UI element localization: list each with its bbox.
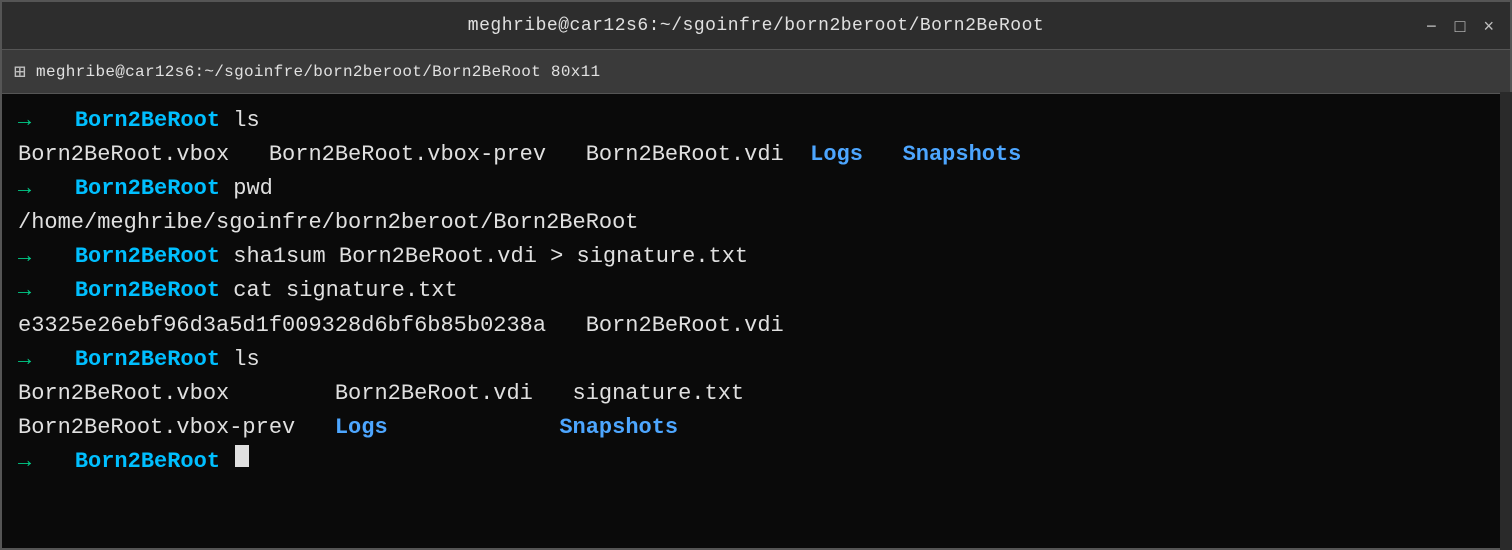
window-frame: meghribe@car12s6:~/sgoinfre/born2beroot/… — [0, 0, 1512, 550]
window-controls: − □ × — [1426, 17, 1494, 35]
prompt-arrow: → — [18, 445, 31, 479]
terminal-line: Born2BeRoot.vbox Born2BeRoot.vbox-prev B… — [18, 138, 1494, 172]
prompt-dir: Born2BeRoot — [75, 104, 220, 138]
logs-link: Logs — [335, 411, 388, 445]
logs-link: Logs — [810, 138, 863, 172]
prompt-dir: Born2BeRoot — [75, 445, 220, 479]
prompt-dir: Born2BeRoot — [75, 274, 220, 308]
minimize-button[interactable]: − — [1426, 17, 1437, 35]
prompt-spacer — [35, 240, 75, 274]
prompt-arrow: → — [18, 343, 31, 377]
output-text — [863, 138, 903, 172]
terminal-line: → Born2BeRoot ls — [18, 343, 1494, 377]
maximize-button[interactable]: □ — [1455, 17, 1466, 35]
command-text — [220, 445, 233, 479]
output-text: e3325e26ebf96d3a5d1f009328d6bf6b85b0238a… — [18, 309, 784, 343]
terminal-window: meghribe@car12s6:~/sgoinfre/born2beroot/… — [0, 0, 1512, 550]
snapshots-link: Snapshots — [559, 411, 678, 445]
prompt-arrow: → — [18, 274, 31, 308]
terminal-cursor — [235, 445, 249, 467]
snapshots-link: Snapshots — [903, 138, 1022, 172]
prompt-arrow: → — [18, 104, 31, 138]
terminal-line: Born2BeRoot.vbox-prev Logs Snapshots — [18, 411, 1494, 445]
command-text: cat signature.txt — [220, 274, 458, 308]
terminal-line: → Born2BeRoot — [18, 445, 1494, 479]
scrollbar[interactable] — [1500, 92, 1512, 550]
prompt-dir: Born2BeRoot — [75, 343, 220, 377]
prompt-spacer — [35, 172, 75, 206]
terminal-line: Born2BeRoot.vbox Born2BeRoot.vdi signatu… — [18, 377, 1494, 411]
tab-bar: ⊞ meghribe@car12s6:~/sgoinfre/born2beroo… — [2, 50, 1510, 94]
prompt-spacer — [35, 274, 75, 308]
terminal-body[interactable]: → Born2BeRoot ls Born2BeRoot.vbox Born2B… — [2, 94, 1510, 548]
prompt-arrow: → — [18, 172, 31, 206]
prompt-spacer — [35, 104, 75, 138]
window-title: meghribe@car12s6:~/sgoinfre/born2beroot/… — [468, 16, 1044, 36]
command-text: ls — [220, 343, 260, 377]
title-bar: meghribe@car12s6:~/sgoinfre/born2beroot/… — [2, 2, 1510, 50]
output-text: Born2BeRoot.vbox Born2BeRoot.vdi signatu… — [18, 377, 744, 411]
terminal-line: e3325e26ebf96d3a5d1f009328d6bf6b85b0238a… — [18, 309, 1494, 343]
output-text: /home/meghribe/sgoinfre/born2beroot/Born… — [18, 206, 639, 240]
tab-title: meghribe@car12s6:~/sgoinfre/born2beroot/… — [36, 63, 600, 81]
prompt-spacer — [35, 445, 75, 479]
prompt-dir: Born2BeRoot — [75, 172, 220, 206]
command-text: pwd — [220, 172, 273, 206]
prompt-dir: Born2BeRoot — [75, 240, 220, 274]
output-text: Born2BeRoot.vbox Born2BeRoot.vbox-prev B… — [18, 138, 810, 172]
output-text — [388, 411, 560, 445]
command-text: sha1sum Born2BeRoot.vdi > signature.txt — [220, 240, 748, 274]
terminal-line: → Born2BeRoot ls — [18, 104, 1494, 138]
command-text: ls — [220, 104, 260, 138]
output-text: Born2BeRoot.vbox-prev — [18, 411, 335, 445]
prompt-spacer — [35, 343, 75, 377]
terminal-line: → Born2BeRoot cat signature.txt — [18, 274, 1494, 308]
terminal-line: /home/meghribe/sgoinfre/born2beroot/Born… — [18, 206, 1494, 240]
prompt-arrow: → — [18, 240, 31, 274]
close-button[interactable]: × — [1483, 17, 1494, 35]
terminal-line: → Born2BeRoot sha1sum Born2BeRoot.vdi > … — [18, 240, 1494, 274]
terminal-tab-icon: ⊞ — [14, 59, 26, 85]
terminal-line: → Born2BeRoot pwd — [18, 172, 1494, 206]
